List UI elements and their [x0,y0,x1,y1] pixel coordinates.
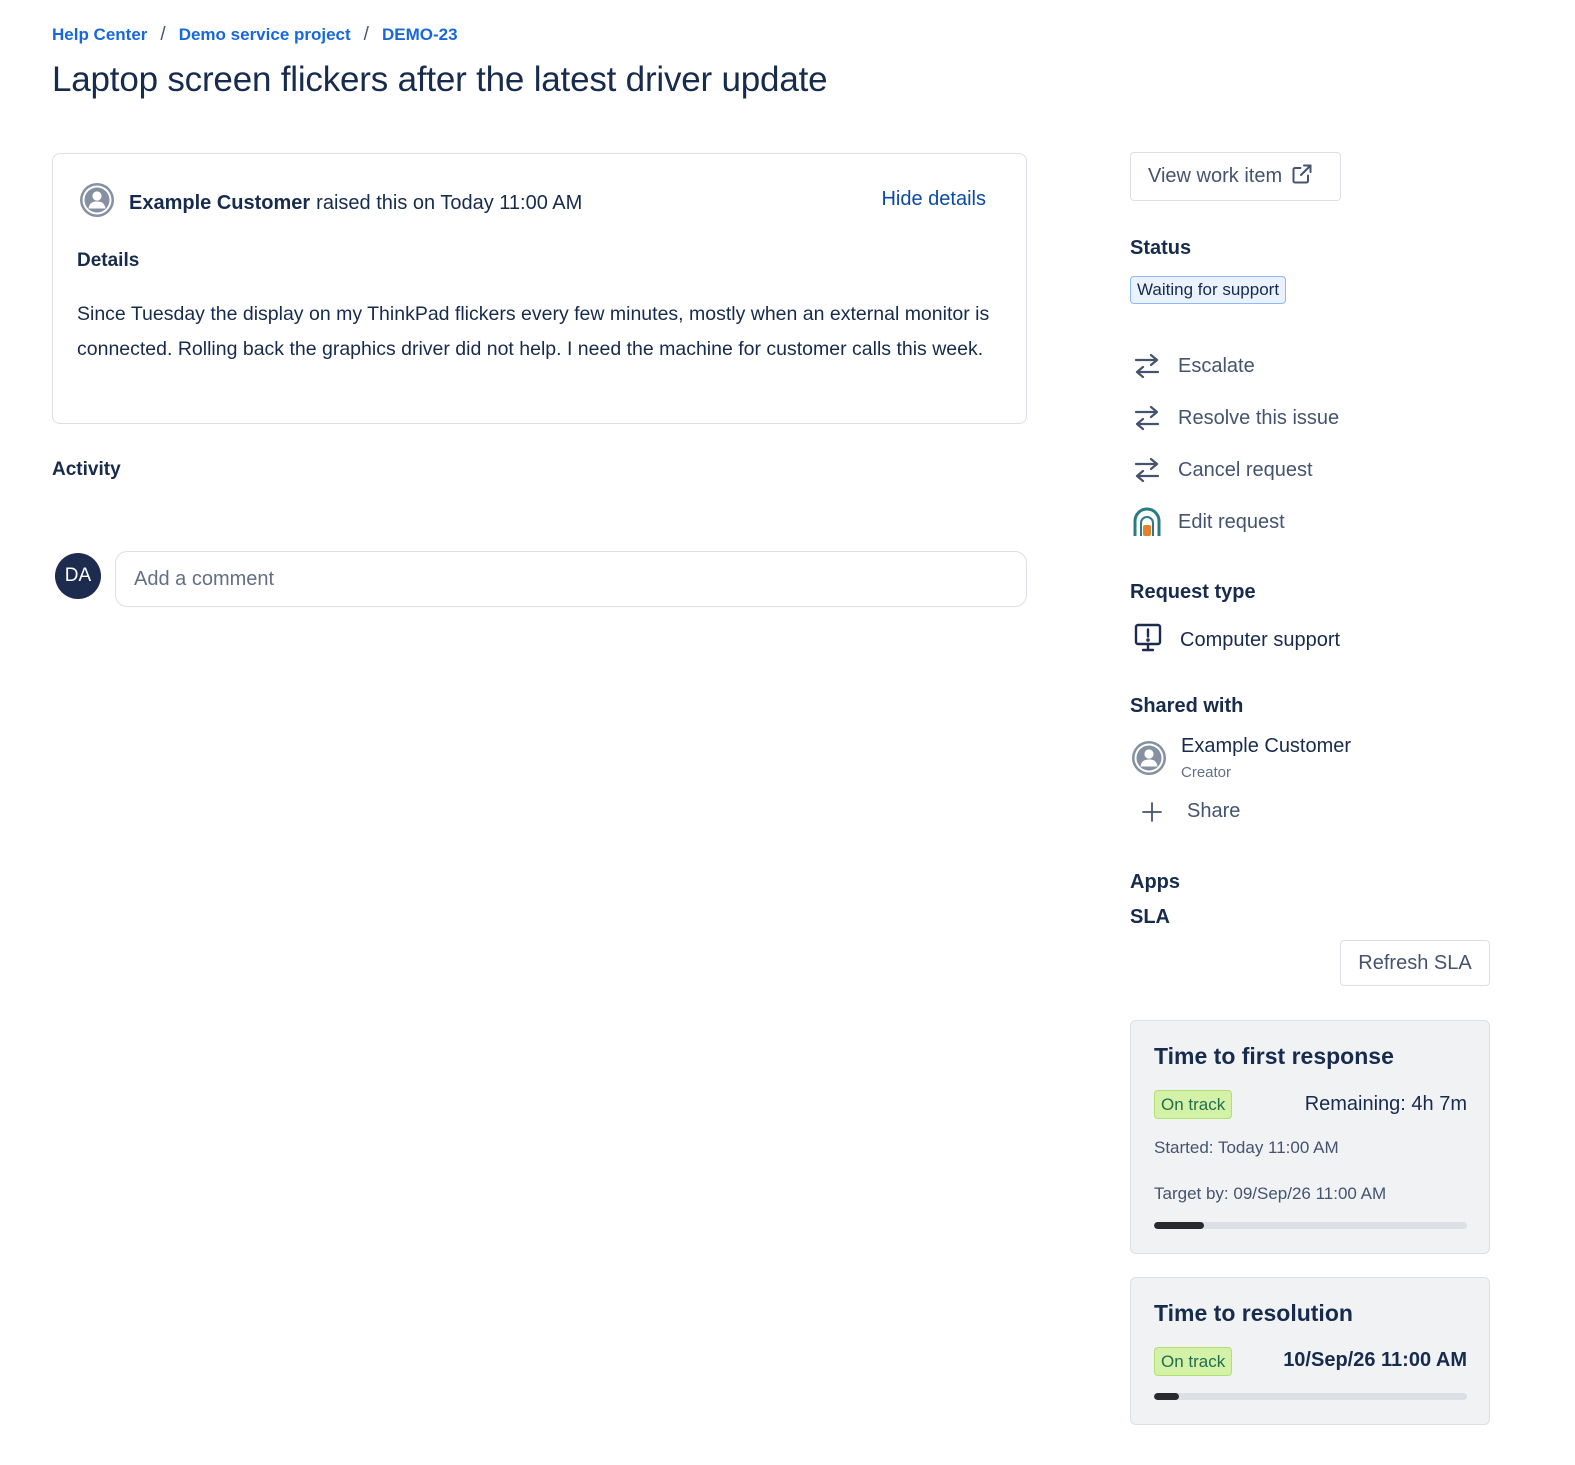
sla-remaining: Remaining: 4h 7m [1304,1093,1467,1115]
edit-request-label: Edit request [1178,510,1285,533]
raised-text: raised this on Today 11:00 AM [316,191,583,214]
resolve-action[interactable]: Resolve this issue [1132,403,1339,433]
escalate-action[interactable]: Escalate [1132,351,1255,381]
details-card: Example Customer raised this on Today 11… [52,153,1027,424]
refresh-sla-button[interactable]: Refresh SLA [1340,940,1490,986]
user-avatar-icon [1131,735,1167,781]
cancel-request-label: Cancel request [1178,458,1313,481]
sla-progress-bar [1154,1393,1467,1400]
breadcrumb: Help Center / Demo service project / DEM… [52,24,458,46]
request-type-value: Computer support [1180,628,1341,651]
transition-icon [1132,351,1162,381]
user-avatar-icon [79,182,115,224]
computer-support-icon [1134,622,1162,658]
details-body: Since Tuesday the display on my ThinkPad… [77,303,990,360]
transition-icon [1132,455,1162,485]
shared-person: Example Customer Creator [1131,735,1351,781]
edit-request-icon [1132,507,1162,537]
apps-label: Apps [1130,871,1180,893]
sla-card-resolution: Time to resolution On track 10/Sep/26 11… [1130,1277,1490,1425]
sla-started: Started: Today 11:00 AM [1154,1138,1339,1157]
share-label: Share [1187,800,1241,822]
breadcrumb-separator: / [160,24,166,45]
hide-details-button[interactable]: Hide details [881,188,986,211]
comment-input[interactable] [115,551,1027,607]
plus-icon [1140,801,1164,823]
breadcrumb-help-center[interactable]: Help Center [52,25,147,45]
escalate-label: Escalate [1178,354,1255,377]
request-type-label: Request type [1130,581,1256,603]
breadcrumb-issue-key[interactable]: DEMO-23 [382,25,458,45]
raised-by-row: Example Customer raised this on Today 11… [79,182,582,224]
transition-icon [1132,403,1162,433]
resolve-label: Resolve this issue [1178,406,1340,429]
share-button[interactable]: Share [1140,800,1240,823]
sla-card-first-response: Time to first response On track Remainin… [1130,1020,1490,1254]
page-title: Laptop screen flickers after the latest … [52,60,828,99]
avatar: DA [55,553,101,599]
sla-label: SLA [1130,906,1170,928]
sla-progress-fill [1154,1393,1180,1400]
view-work-item-button[interactable]: View work item [1130,152,1341,201]
breadcrumb-separator: / [363,24,369,45]
sla-title: Time to resolution [1154,1300,1353,1326]
reporter-name[interactable]: Example Customer [129,192,310,215]
cancel-request-action[interactable]: Cancel request [1132,455,1313,485]
details-heading: Details [77,250,140,271]
edit-request-action[interactable]: Edit request [1132,507,1285,537]
sla-due-date: 10/Sep/26 11:00 AM [1283,1349,1467,1371]
request-type: Computer support [1134,622,1340,658]
shared-person-role: Creator [1181,764,1232,781]
view-work-item-label: View work item [1148,165,1283,187]
breadcrumb-project[interactable]: Demo service project [179,25,351,45]
status-label: Status [1130,237,1192,259]
status-badge: On track [1154,1347,1233,1376]
sla-progress-bar [1154,1222,1467,1229]
shared-person-name: Example Customer [1181,735,1352,757]
sla-progress-fill [1154,1222,1205,1229]
sla-title: Time to first response [1154,1043,1394,1069]
sla-target: Target by: 09/Sep/26 11:00 AM [1154,1184,1387,1203]
activity-heading: Activity [52,459,121,480]
status-badge: Waiting for support [1130,276,1287,304]
status-badge: On track [1154,1090,1233,1119]
shared-with-label: Shared with [1130,695,1244,717]
external-link-icon [1282,163,1313,191]
